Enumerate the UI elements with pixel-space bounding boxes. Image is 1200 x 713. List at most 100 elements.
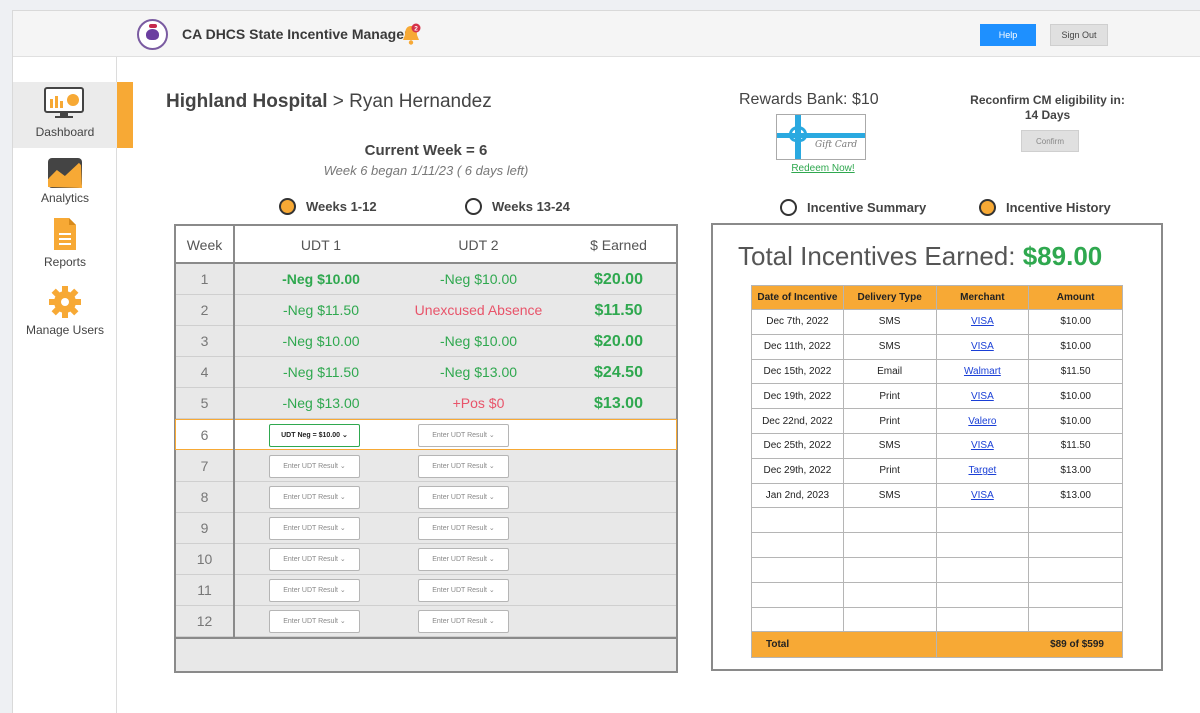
incentive-date: Dec 15th, 2022 xyxy=(751,358,844,385)
help-button[interactable]: Help xyxy=(980,24,1036,46)
sign-out-button[interactable]: Sign Out xyxy=(1050,24,1108,46)
incentive-amount: $11.50 xyxy=(1028,432,1123,459)
incentive-date: Dec 19th, 2022 xyxy=(751,383,844,410)
udt1-select[interactable]: Enter UDT Result ⌄ xyxy=(269,486,360,509)
table-total-row: Total $89 of $599 xyxy=(751,631,1123,659)
udt2-select[interactable]: Enter UDT Result ⌄ xyxy=(418,517,509,540)
radio-label: Incentive Summary xyxy=(807,200,927,215)
udt1-result: -Neg $11.50 xyxy=(282,364,359,380)
table-row: Jan 2nd, 2023 SMS VISA $13.00 xyxy=(751,482,1123,509)
table-row: 1 -Neg $10.00 -Neg $10.00 $20.00 xyxy=(176,264,676,295)
incentive-amount: $11.50 xyxy=(1028,358,1123,385)
incentive-amount: $13.00 xyxy=(1028,482,1123,509)
udt1-select[interactable]: Enter UDT Result ⌄ xyxy=(269,579,360,602)
week-number: 4 xyxy=(200,364,209,380)
dashboard-icon xyxy=(44,87,84,118)
merchant-link[interactable]: VISA xyxy=(935,432,1030,459)
column-divider xyxy=(233,226,235,639)
udt2-result: -Neg $10.00 xyxy=(439,271,518,287)
week-number: 11 xyxy=(197,582,212,598)
table-row: Dec 11th, 2022 SMS VISA $10.00 xyxy=(751,333,1123,360)
incentive-amount: $10.00 xyxy=(1028,333,1123,360)
notification-bell-icon[interactable]: 2 xyxy=(400,23,422,47)
incentive-amount: $10.00 xyxy=(1028,309,1123,335)
total-incentives-label: Total Incentives Earned: xyxy=(738,241,1023,271)
udt2-select[interactable]: Enter UDT Result ⌄ xyxy=(418,424,509,447)
table-row: 10 Enter UDT Result ⌄ Enter UDT Result ⌄ xyxy=(176,544,676,575)
current-week-title: Current Week = 6 xyxy=(364,142,488,159)
merchant-link[interactable]: Target xyxy=(935,457,1030,484)
table-row: 4 -Neg $11.50 -Neg $13.00 $24.50 xyxy=(176,357,676,388)
udt2-select[interactable]: Enter UDT Result ⌄ xyxy=(418,610,509,633)
gift-card-text: Gift Card xyxy=(815,140,858,150)
table-row: Dec 25th, 2022 SMS VISA $11.50 xyxy=(751,432,1123,459)
week-number: 5 xyxy=(200,395,209,411)
radio-incentive-history[interactable]: Incentive History xyxy=(979,199,1111,216)
udt1-select[interactable]: Enter UDT Result ⌄ xyxy=(269,455,360,478)
udt2-select[interactable]: Enter UDT Result ⌄ xyxy=(418,579,509,602)
incentive-date: Dec 22nd, 2022 xyxy=(751,408,844,434)
incentive-date: Dec 25th, 2022 xyxy=(751,432,844,459)
sidebar-item-manage-users[interactable]: Manage Users xyxy=(13,285,117,345)
breadcrumb-hospital[interactable]: Highland Hospital xyxy=(166,91,328,112)
radio-weeks-13-24[interactable]: Weeks 13-24 xyxy=(465,198,570,215)
udt2-result: +Pos $0 xyxy=(452,395,505,411)
udt1-select[interactable]: UDT Neg = $10.00 ⌄ xyxy=(269,424,360,447)
table-row: Dec 15th, 2022 Email Walmart $11.50 xyxy=(751,358,1123,385)
redeem-now-link[interactable]: Redeem Now! xyxy=(783,163,863,174)
table-row-empty xyxy=(751,556,1123,583)
table-row: Dec 7th, 2022 SMS VISA $10.00 xyxy=(751,309,1123,335)
reconfirm-notice: Reconfirm CM eligibility in: 14 Days xyxy=(955,93,1140,123)
merchant-link[interactable]: VISA xyxy=(935,333,1030,360)
header-date: Date of Incentive xyxy=(751,285,844,310)
udt2-select[interactable]: Enter UDT Result ⌄ xyxy=(418,455,509,478)
merchant-link[interactable]: Valero xyxy=(935,408,1030,434)
gift-card-image[interactable]: Gift Card xyxy=(776,114,866,160)
udt2-select[interactable]: Enter UDT Result ⌄ xyxy=(418,486,509,509)
table-row: Dec 22nd, 2022 Print Valero $10.00 xyxy=(751,408,1123,434)
table-row: 7 Enter UDT Result ⌄ Enter UDT Result ⌄ xyxy=(176,451,676,482)
merchant-link[interactable]: VISA xyxy=(935,482,1030,509)
udt2-result: -Neg $10.00 xyxy=(439,333,518,349)
delivery-type: SMS xyxy=(842,309,937,335)
week-number: 6 xyxy=(200,427,209,443)
reports-icon xyxy=(54,218,76,250)
incentive-date: Dec 29th, 2022 xyxy=(751,457,844,484)
table-row-empty xyxy=(751,606,1123,633)
header-week: Week xyxy=(186,237,223,253)
reconfirm-days: 14 Days xyxy=(1024,108,1071,122)
udt1-select[interactable]: Enter UDT Result ⌄ xyxy=(269,548,360,571)
merchant-link[interactable]: VISA xyxy=(935,309,1030,335)
delivery-type: Email xyxy=(842,358,937,385)
sidebar-item-label: Analytics xyxy=(40,191,90,205)
table-row: 3 -Neg $10.00 -Neg $10.00 $20.00 xyxy=(176,326,676,357)
udt1-select[interactable]: Enter UDT Result ⌄ xyxy=(269,517,360,540)
table-row-current: 6 UDT Neg = $10.00 ⌄ Enter UDT Result ⌄ xyxy=(175,419,677,450)
gear-icon xyxy=(49,286,81,318)
udt1-select[interactable]: Enter UDT Result ⌄ xyxy=(269,610,360,633)
top-bar: CA DHCS State Incentive Manager 2 Help S… xyxy=(13,11,1200,57)
confirm-button[interactable]: Confirm xyxy=(1021,130,1079,152)
sidebar-item-analytics[interactable]: Analytics xyxy=(13,157,117,209)
header-merchant: Merchant xyxy=(935,285,1030,310)
table-row: 2 -Neg $11.50 Unexcused Absence $11.50 xyxy=(176,295,676,326)
active-indicator xyxy=(117,82,133,148)
merchant-link[interactable]: Walmart xyxy=(935,358,1030,385)
delivery-type: SMS xyxy=(842,482,937,509)
delivery-type: Print xyxy=(842,383,937,410)
merchant-link[interactable]: VISA xyxy=(935,383,1030,410)
delivery-type: Print xyxy=(842,408,937,434)
sidebar-item-reports[interactable]: Reports xyxy=(13,215,117,275)
delivery-type: Print xyxy=(842,457,937,484)
breadcrumb-separator: > xyxy=(327,91,350,112)
sidebar-item-dashboard[interactable]: Dashboard xyxy=(13,82,133,148)
radio-unselected-icon xyxy=(780,199,797,216)
total-incentives-title: Total Incentives Earned: $89.00 xyxy=(738,241,1102,272)
table-row: 8 Enter UDT Result ⌄ Enter UDT Result ⌄ xyxy=(176,482,676,513)
sidebar: Dashboard Analytics Reports Manage Users xyxy=(13,57,133,713)
radio-incentive-summary[interactable]: Incentive Summary xyxy=(780,199,926,216)
earned-amount: $13.00 xyxy=(594,395,643,412)
udt2-select[interactable]: Enter UDT Result ⌄ xyxy=(418,548,509,571)
radio-weeks-1-12[interactable]: Weeks 1-12 xyxy=(279,198,377,215)
udt1-result: -Neg $10.00 xyxy=(282,271,360,287)
